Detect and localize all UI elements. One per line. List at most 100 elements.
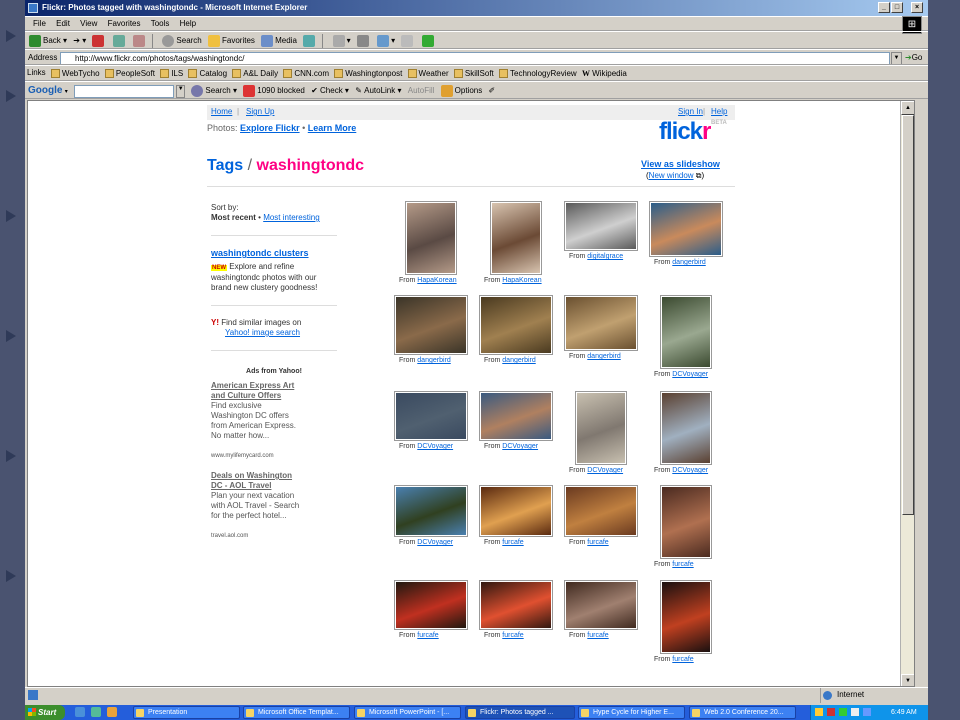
flickr-logo[interactable]: flickr BETA xyxy=(659,118,727,146)
forward-button[interactable]: ➔ ▾ xyxy=(73,32,86,48)
photo-thumbnail[interactable] xyxy=(479,295,553,355)
minimize-button[interactable]: _ xyxy=(878,2,890,13)
learn-more-link[interactable]: Learn More xyxy=(308,123,357,133)
tray-icon[interactable] xyxy=(815,708,823,716)
photo-thumbnail[interactable] xyxy=(564,485,638,537)
photo-owner-link[interactable]: furcafe xyxy=(587,539,608,546)
go-button[interactable]: ➔Go xyxy=(905,53,922,62)
sort-most-interesting-link[interactable]: Most interesting xyxy=(263,213,319,222)
mail-icon[interactable]: ▾ xyxy=(332,32,351,48)
photo-owner-link[interactable]: dangerbird xyxy=(502,357,535,364)
explore-flickr-link[interactable]: Explore Flickr xyxy=(240,123,300,133)
start-button[interactable]: Start xyxy=(25,705,65,720)
google-search-input[interactable] xyxy=(73,84,174,98)
link-peoplesoft[interactable]: PeopleSoft xyxy=(104,68,155,78)
scroll-thumb[interactable] xyxy=(902,115,914,515)
photo-owner-link[interactable]: DCVoyager xyxy=(672,371,708,378)
photo-thumbnail[interactable] xyxy=(649,201,723,257)
photo-owner-link[interactable]: furcafe xyxy=(502,632,523,639)
ad2-title-link[interactable]: Deals on Washington DC - AOL Travel xyxy=(211,471,301,491)
photo-thumbnail[interactable] xyxy=(564,295,638,351)
menu-view[interactable]: View xyxy=(80,17,97,30)
stop-icon[interactable] xyxy=(92,32,106,48)
address-input[interactable]: http://www.flickr.com/photos/tags/washin… xyxy=(60,52,890,64)
link-webtycho[interactable]: WebTycho xyxy=(50,68,100,78)
history-icon[interactable] xyxy=(303,32,317,48)
autofill-button[interactable]: AutoFill xyxy=(408,82,435,98)
slideshow-link[interactable]: View as slideshow xyxy=(641,159,720,169)
desktop-quicklaunch-icon[interactable] xyxy=(91,707,101,717)
photo-owner-link[interactable]: dangerbird xyxy=(672,259,705,266)
task-powerpoint[interactable]: Microsoft PowerPoint - [... xyxy=(354,706,461,719)
nav-help-link[interactable]: Help xyxy=(711,105,727,119)
photo-owner-link[interactable]: DCVoyager xyxy=(672,467,708,474)
maximize-button[interactable]: □ xyxy=(891,2,903,13)
nav-signin-link[interactable]: Sign In xyxy=(678,105,703,119)
photo-thumbnail[interactable] xyxy=(394,295,468,355)
home-icon[interactable] xyxy=(132,32,147,48)
task-office-templates[interactable]: Microsoft Office Templat... xyxy=(243,706,350,719)
photo-thumbnail[interactable] xyxy=(394,391,468,441)
tray-icon[interactable] xyxy=(827,708,835,716)
photo-owner-link[interactable]: dangerbird xyxy=(417,357,450,364)
autolink-button[interactable]: ✎ AutoLink ▾ xyxy=(355,82,401,98)
photo-owner-link[interactable]: furcafe xyxy=(672,656,693,663)
link-technologyreview[interactable]: TechnologyReview xyxy=(499,68,577,78)
link-ils[interactable]: ILS xyxy=(160,68,183,78)
photo-thumbnail[interactable] xyxy=(490,201,542,275)
nav-home-link[interactable]: Home xyxy=(211,105,232,119)
close-button[interactable]: × xyxy=(911,2,923,13)
scroll-down-icon[interactable]: ▼ xyxy=(901,674,914,686)
new-window-link[interactable]: New window xyxy=(649,171,694,180)
link-catalog[interactable]: Catalog xyxy=(188,68,227,78)
photo-thumbnail[interactable] xyxy=(394,485,468,537)
vertical-scrollbar[interactable]: ▲ ▼ xyxy=(900,101,914,686)
photo-thumbnail[interactable] xyxy=(575,391,627,465)
photo-owner-link[interactable]: DCVoyager xyxy=(587,467,623,474)
edit-icon[interactable]: ▾ xyxy=(377,32,395,48)
favorites-button[interactable]: Favorites xyxy=(208,32,255,48)
photo-thumbnail[interactable] xyxy=(405,201,457,275)
photo-owner-link[interactable]: dangerbird xyxy=(587,353,620,360)
messenger-icon[interactable] xyxy=(421,32,436,48)
photo-owner-link[interactable]: DCVoyager xyxy=(417,539,453,546)
options-button[interactable]: Options xyxy=(440,82,482,98)
google-menu-icon[interactable]: ▾ xyxy=(65,88,68,95)
photo-thumbnail[interactable] xyxy=(394,580,468,630)
back-button[interactable]: Back ▾ xyxy=(29,32,67,48)
pencil-icon[interactable]: ✐ xyxy=(488,82,495,98)
ie-quicklaunch-icon[interactable] xyxy=(75,707,85,717)
spell-check-button[interactable]: ✔ Check ▾ xyxy=(311,82,349,98)
yahoo-image-search-link[interactable]: Yahoo! image search xyxy=(211,328,337,338)
popup-blocked-button[interactable]: 1090 blocked xyxy=(243,82,305,98)
task-presentation[interactable]: Presentation xyxy=(133,706,240,719)
address-dropdown-icon[interactable]: ▼ xyxy=(891,52,902,64)
tags-link[interactable]: Tags xyxy=(207,157,243,174)
menu-favorites[interactable]: Favorites xyxy=(108,17,141,30)
discuss-icon[interactable] xyxy=(401,32,415,48)
photo-thumbnail[interactable] xyxy=(479,580,553,630)
photo-thumbnail[interactable] xyxy=(660,580,712,654)
tray-icon[interactable] xyxy=(839,708,847,716)
nav-signup-link[interactable]: Sign Up xyxy=(246,105,274,119)
menu-edit[interactable]: Edit xyxy=(56,17,70,30)
task-hype-cycle[interactable]: Hype Cycle for Higher E... xyxy=(578,706,685,719)
photo-owner-link[interactable]: HapaKorean xyxy=(502,277,541,284)
photo-owner-link[interactable]: furcafe xyxy=(587,632,608,639)
link-al-daily[interactable]: A&L Daily xyxy=(232,68,278,78)
photo-owner-link[interactable]: DCVoyager xyxy=(417,443,453,450)
photo-thumbnail[interactable] xyxy=(660,295,712,369)
link-weather[interactable]: Weather xyxy=(407,68,449,78)
photo-owner-link[interactable]: DCVoyager xyxy=(502,443,538,450)
photo-owner-link[interactable]: furcafe xyxy=(417,632,438,639)
link-cnn[interactable]: CNN.com xyxy=(283,68,329,78)
photo-thumbnail[interactable] xyxy=(479,485,553,537)
refresh-icon[interactable] xyxy=(112,32,127,48)
photo-thumbnail[interactable] xyxy=(660,485,712,559)
photo-thumbnail[interactable] xyxy=(660,391,712,465)
photo-owner-link[interactable]: HapaKorean xyxy=(417,277,456,284)
tray-icon[interactable] xyxy=(851,708,859,716)
scroll-up-icon[interactable]: ▲ xyxy=(901,101,914,115)
print-icon[interactable] xyxy=(356,32,371,48)
media-button[interactable]: Media xyxy=(261,32,297,48)
